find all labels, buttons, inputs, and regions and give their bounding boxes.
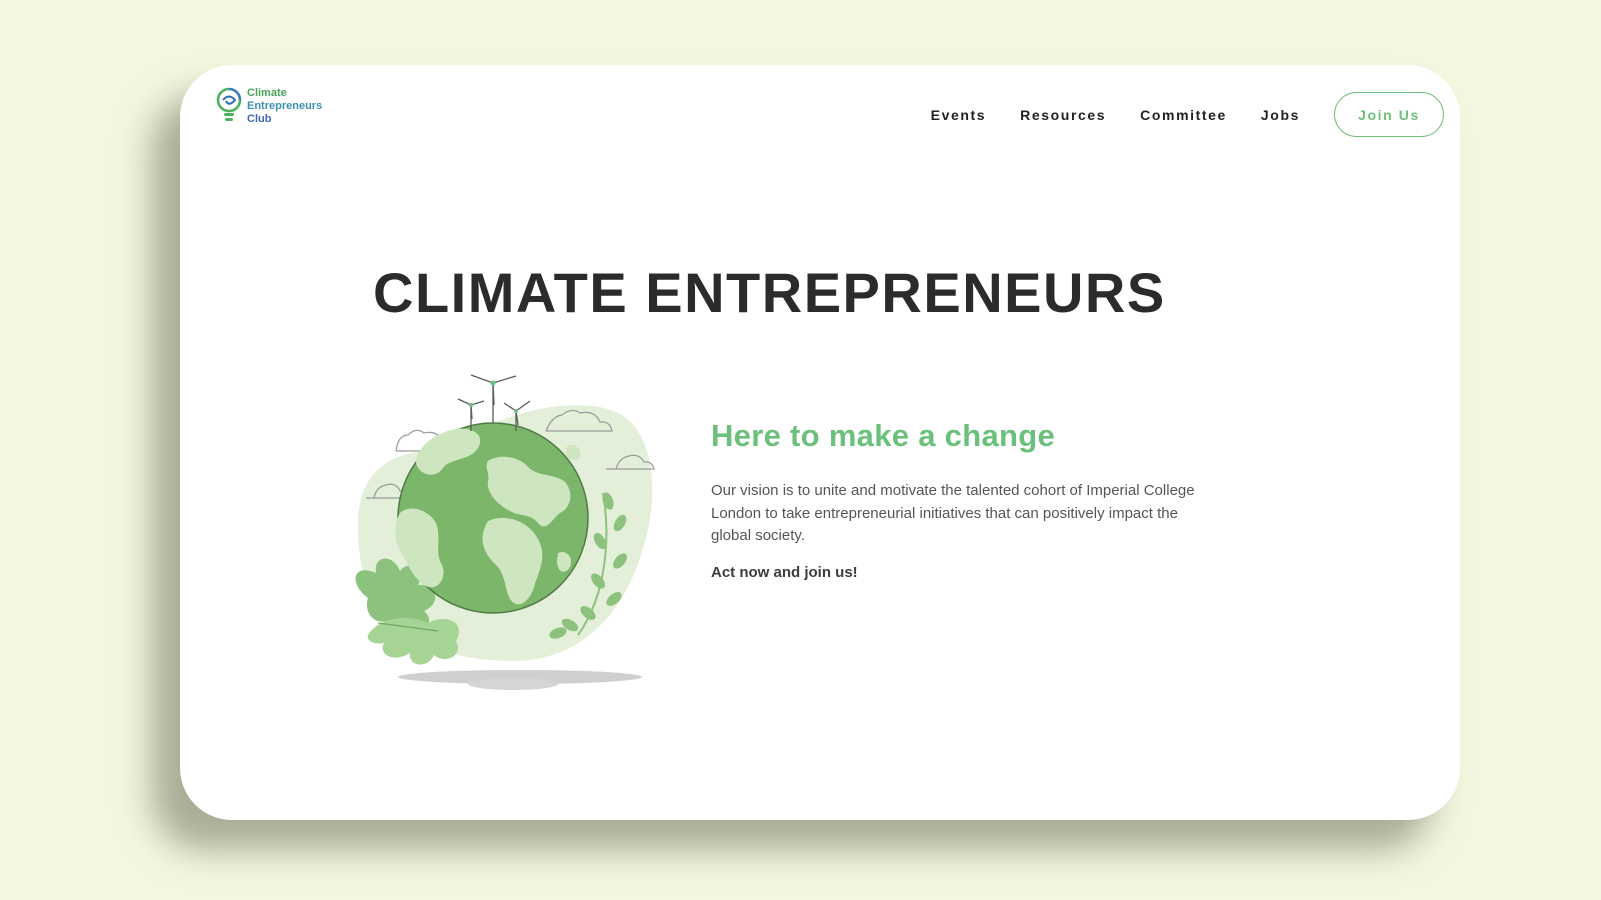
vision-text: Our vision is to unite and motivate the … [711, 482, 1195, 544]
globe-wind-turbines-illustration [355, 374, 655, 690]
hero-subtitle: Here to make a change [711, 418, 1055, 453]
nav-link-events[interactable]: Events [931, 107, 987, 123]
logo-line-1: Climate [247, 86, 287, 99]
page-card: Climate Entrepreneurs Club Events Resour… [180, 65, 1460, 820]
logo-text: Climate Entrepreneurs Club [247, 87, 322, 126]
nav-link-jobs[interactable]: Jobs [1261, 107, 1300, 123]
hero-content: Here to make a change Our vision is to u… [711, 418, 1211, 581]
main-nav: Events Resources Committee Jobs Join Us [931, 92, 1444, 137]
logo-line-2: Entrepreneurs [247, 99, 323, 112]
logo-line-3: Club [247, 112, 272, 125]
site-logo[interactable]: Climate Entrepreneurs Club [214, 85, 322, 127]
nav-link-committee[interactable]: Committee [1140, 107, 1227, 123]
join-us-button[interactable]: Join Us [1334, 92, 1444, 137]
nav-link-resources[interactable]: Resources [1020, 107, 1106, 123]
lightbulb-swirl-icon [216, 87, 242, 121]
hero-title: CLIMATE ENTREPRENEURS [373, 261, 1166, 324]
cta-text: Act now and join us! [711, 563, 858, 581]
